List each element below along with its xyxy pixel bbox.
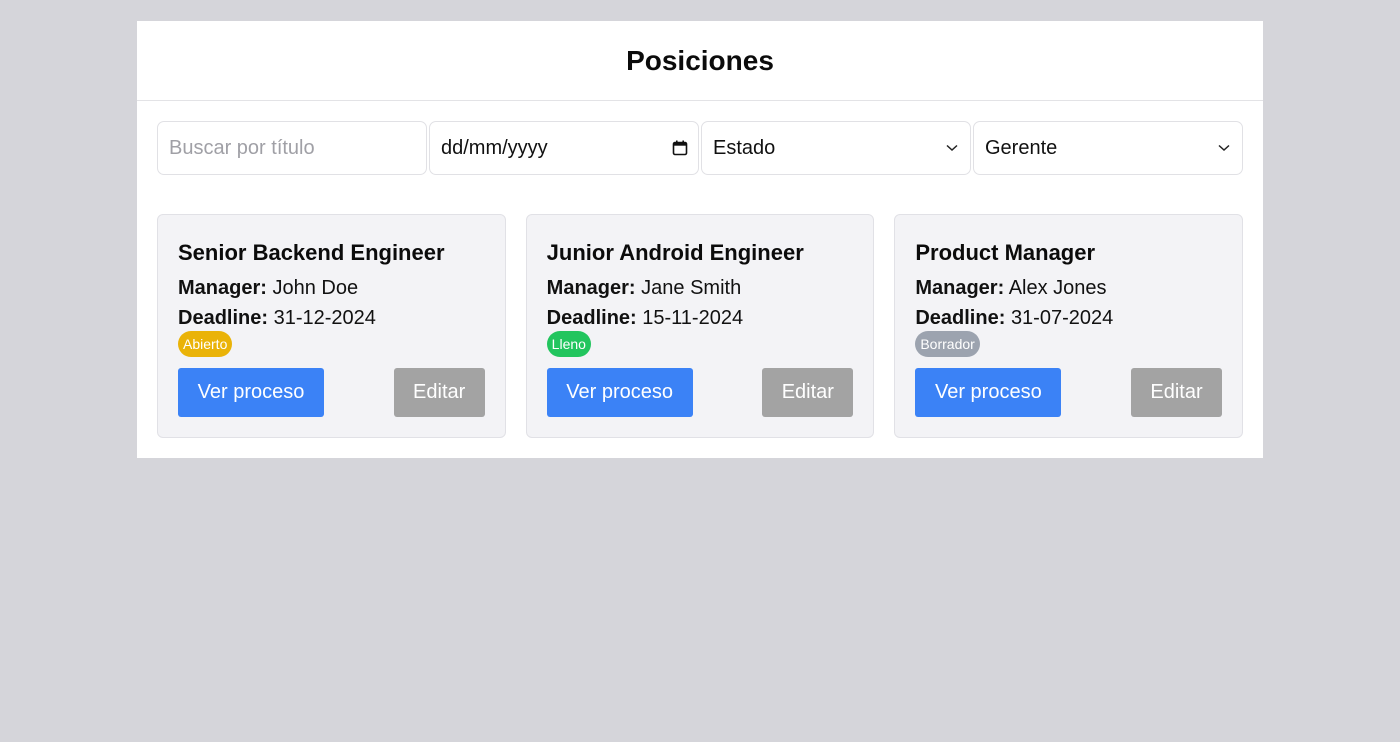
position-card: Junior Android Engineer Manager: Jane Sm… xyxy=(525,214,875,438)
card-actions: Ver proceso Editar xyxy=(915,368,1223,417)
deadline-label: Deadline: xyxy=(178,307,269,329)
chevron-down-icon xyxy=(1216,140,1232,156)
position-title: Senior Backend Engineer xyxy=(178,240,445,265)
edit-button[interactable]: Editar xyxy=(762,368,854,417)
deadline-date: 31-12-2024 xyxy=(273,307,376,329)
manager-row: Manager: Alex Jones xyxy=(915,273,1222,303)
manager-label: Manager: xyxy=(546,277,636,299)
status-select[interactable]: Estado xyxy=(701,121,971,175)
status-select-value: Estado xyxy=(713,136,776,159)
position-title: Product Manager xyxy=(915,240,1096,265)
card-actions: Ver proceso Editar xyxy=(546,368,854,417)
deadline-date: 15-11-2024 xyxy=(642,307,744,329)
view-process-button[interactable]: Ver proceso xyxy=(178,368,324,417)
calendar-icon[interactable] xyxy=(672,140,688,156)
positions-panel: Posiciones Buscar por título dd/mm/yyyy … xyxy=(137,21,1263,458)
card-actions: Ver proceso Editar xyxy=(178,368,485,417)
manager-label: Manager: xyxy=(915,277,1005,299)
page-title: Posiciones xyxy=(626,44,774,76)
deadline-row: Deadline: 15-11-2024 xyxy=(547,303,854,333)
status-badge: Abierto xyxy=(178,331,233,357)
chevron-down-icon xyxy=(944,140,960,156)
deadline-row: Deadline: 31-12-2024 xyxy=(178,303,485,333)
edit-button[interactable]: Editar xyxy=(1131,368,1223,417)
view-process-button[interactable]: Ver proceso xyxy=(546,368,693,417)
search-placeholder: Buscar por título xyxy=(169,136,315,159)
deadline-date-input[interactable]: dd/mm/yyyy xyxy=(429,121,699,175)
deadline-row: Deadline: 31-07-2024 xyxy=(915,303,1222,333)
position-card: Senior Backend Engineer Manager: John Do… xyxy=(157,214,506,438)
manager-row: Manager: Jane Smith xyxy=(547,273,854,303)
edit-button[interactable]: Editar xyxy=(393,368,485,417)
manager-name: Jane Smith xyxy=(641,277,742,299)
deadline-label: Deadline: xyxy=(546,307,637,329)
positions-list: Senior Backend Engineer Manager: John Do… xyxy=(157,214,1244,438)
date-value: dd/mm/yyyy xyxy=(441,136,548,159)
manager-select[interactable]: Gerente xyxy=(973,121,1243,175)
view-process-button[interactable]: Ver proceso xyxy=(915,368,1062,417)
position-title: Junior Android Engineer xyxy=(546,240,804,265)
deadline-label: Deadline: xyxy=(915,307,1006,329)
manager-row: Manager: John Doe xyxy=(178,273,485,303)
page-header: Posiciones xyxy=(137,21,1263,101)
search-input[interactable]: Buscar por título xyxy=(157,121,427,175)
filter-bar: Buscar por título dd/mm/yyyy Estado Gere… xyxy=(157,121,1243,175)
deadline-date: 31-07-2024 xyxy=(1010,307,1114,329)
position-card: Product Manager Manager: Alex Jones Dead… xyxy=(894,214,1244,438)
manager-name: Alex Jones xyxy=(1008,277,1107,299)
manager-select-value: Gerente xyxy=(985,136,1058,159)
manager-label: Manager: xyxy=(178,277,267,299)
manager-name: John Doe xyxy=(272,277,359,299)
status-badge: Borrador xyxy=(915,331,980,357)
status-badge: Lleno xyxy=(546,331,591,357)
